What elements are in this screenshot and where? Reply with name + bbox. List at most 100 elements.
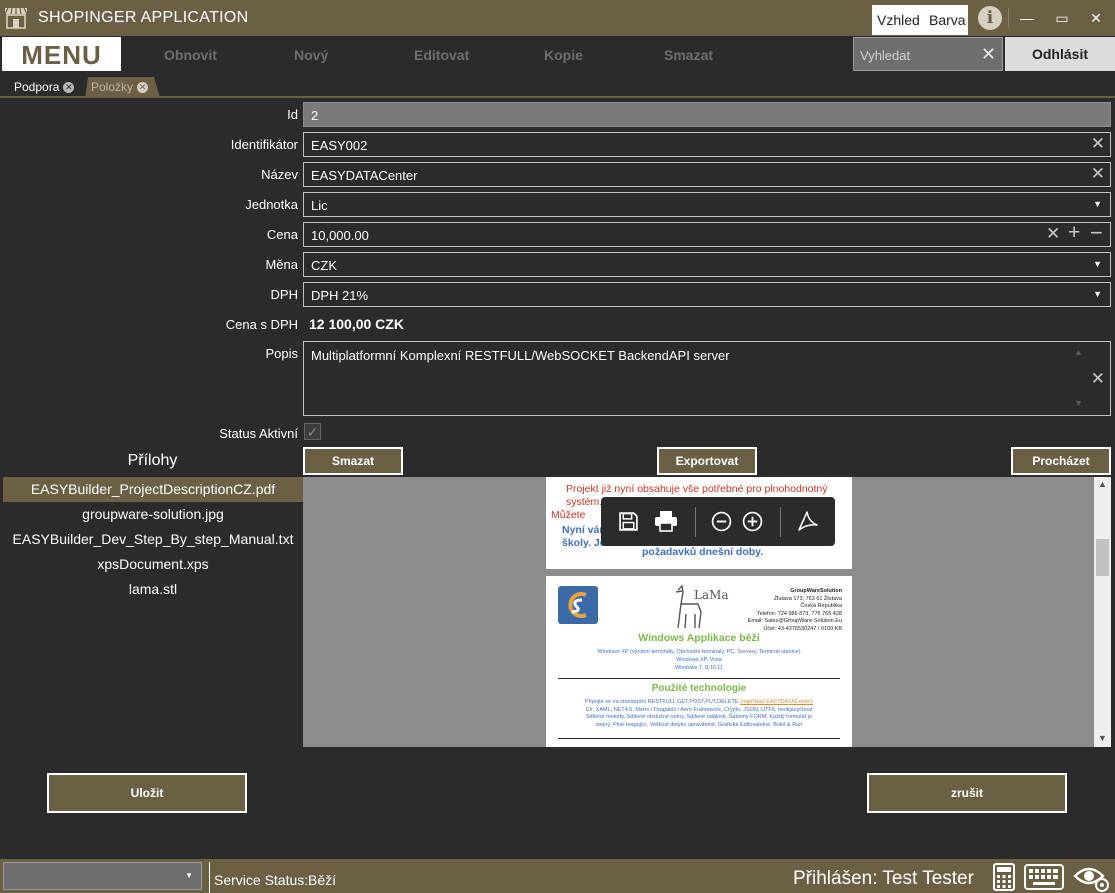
- scroll-up-icon[interactable]: ▲: [1074, 347, 1083, 357]
- search-clear-icon[interactable]: ✕: [981, 44, 996, 65]
- increment-icon[interactable]: +: [1068, 221, 1080, 245]
- status-checkbox[interactable]: ✓: [304, 423, 321, 440]
- page-divider: [558, 678, 840, 679]
- tab-label: Položky: [91, 80, 134, 94]
- zoom-out-icon[interactable]: [711, 511, 732, 532]
- search-box: ✕: [853, 37, 1003, 71]
- save-button[interactable]: Uložit: [47, 773, 247, 813]
- page-text: školy. Je: [562, 537, 606, 549]
- menu-button[interactable]: MENU: [2, 37, 121, 71]
- tab-close-icon[interactable]: ✕: [137, 82, 149, 94]
- scroll-down-icon[interactable]: ▼: [1074, 398, 1083, 408]
- page-text: systém.: [566, 496, 603, 508]
- id-value: 2: [311, 108, 319, 123]
- status-divider: [209, 862, 210, 893]
- delete-button[interactable]: Smazat: [664, 47, 713, 63]
- clear-icon[interactable]: ✕: [1091, 369, 1105, 389]
- acrobat-icon[interactable]: [796, 509, 820, 533]
- identifier-field[interactable]: EASY002 ✕: [303, 132, 1111, 157]
- maximize-button[interactable]: ▭: [1050, 6, 1074, 30]
- identifier-label: Identifikátor: [230, 137, 298, 152]
- vat-select[interactable]: DPH 21% ▼: [303, 282, 1111, 307]
- status-label: Status Aktivní: [219, 426, 298, 441]
- tab-polozky[interactable]: Položky ✕: [85, 77, 160, 98]
- chevron-down-icon: ▼: [185, 871, 193, 880]
- page-text: Sdílené metody, Sdílené obslužné rutiny,…: [585, 714, 813, 720]
- decrement-icon[interactable]: −: [1090, 220, 1103, 246]
- unit-value: Lic: [311, 198, 328, 213]
- edit-button[interactable]: Editovat: [414, 47, 469, 63]
- eye-settings-icon[interactable]: [1073, 864, 1111, 892]
- company-email: Email: Sales@GroupWare-Solution.Eu: [747, 618, 842, 624]
- browse-button[interactable]: Procházet: [1011, 447, 1111, 475]
- clear-icon[interactable]: ✕: [1091, 134, 1105, 154]
- preview-scrollbar[interactable]: ▲ ▼: [1094, 477, 1111, 747]
- appearance-panel: Vzhled Barva: [872, 5, 968, 35]
- export-button[interactable]: Exportovat: [657, 447, 757, 475]
- currency-select[interactable]: CZK ▼: [303, 252, 1111, 277]
- keyboard-icon[interactable]: [1024, 864, 1064, 890]
- toolbar-divider: [695, 507, 696, 537]
- tab-close-icon[interactable]: ✕: [63, 82, 75, 94]
- id-label: Id: [287, 107, 298, 122]
- cancel-button[interactable]: zrušit: [867, 773, 1067, 813]
- tab-podpora[interactable]: Podpora ✕: [8, 77, 82, 98]
- new-button[interactable]: Nový: [294, 47, 328, 63]
- attachment-item[interactable]: EASYBuilder_ProjectDescriptionCZ.pdf: [3, 477, 303, 502]
- close-window-button[interactable]: ✕: [1084, 6, 1108, 30]
- unit-select[interactable]: Lic ▼: [303, 192, 1111, 217]
- attachment-item[interactable]: lama.stl: [3, 577, 303, 602]
- id-field: 2: [303, 102, 1111, 127]
- status-select[interactable]: ▼: [3, 862, 202, 890]
- vat-value: DPH 21%: [311, 288, 369, 303]
- page-text: Windows XP (výrobní terminály, Obchodní …: [597, 649, 801, 655]
- tab-label: Podpora: [14, 80, 60, 94]
- zoom-in-icon[interactable]: [742, 511, 763, 532]
- info-icon[interactable]: i: [978, 6, 1002, 30]
- page-text: C#, XAML, NET4.5, Metro / Dragablz / Aer…: [585, 706, 813, 713]
- page-paragraph: Windows XP (výrobní terminály, Obchodní …: [546, 648, 852, 672]
- vat-label: DPH: [270, 287, 298, 302]
- page-text: Windows XP, Vista: [676, 657, 722, 663]
- attachment-item[interactable]: xpsDocument.xps: [3, 552, 303, 577]
- name-field[interactable]: EASYDATACenter ✕: [303, 162, 1111, 187]
- scroll-up-icon[interactable]: ▲: [1098, 479, 1107, 489]
- preview-page: LaMa GroupWareSolution Žlutava 173; 763 …: [546, 576, 852, 747]
- appearance-color-button[interactable]: Barva: [929, 12, 966, 28]
- calculator-icon[interactable]: [993, 863, 1015, 891]
- search-input[interactable]: [860, 46, 975, 64]
- chevron-down-icon: ▼: [1093, 199, 1102, 209]
- toolbar-divider: [780, 507, 781, 537]
- page-text: Windows 7, 8,10,11: [675, 665, 723, 671]
- clear-icon[interactable]: ✕: [1091, 164, 1105, 184]
- chevron-down-icon: ▼: [1093, 259, 1102, 269]
- tab-strip: [0, 76, 1115, 98]
- attachment-item[interactable]: EASYBuilder_Dev_Step_By_step_Manual.txt: [3, 527, 303, 552]
- shop-icon: [4, 7, 28, 29]
- identifier-value: EASY002: [311, 138, 368, 153]
- scroll-down-icon[interactable]: ▼: [1098, 733, 1107, 743]
- refresh-button[interactable]: Obnovit: [164, 47, 217, 63]
- chevron-down-icon: ▼: [1093, 289, 1102, 299]
- copy-button[interactable]: Kopie: [544, 47, 583, 63]
- pdf-toolbar: [601, 497, 835, 546]
- minimize-button[interactable]: —: [1015, 6, 1039, 30]
- description-label: Popis: [265, 346, 298, 361]
- delete-attachment-button[interactable]: Smazat: [303, 447, 403, 475]
- page-text: Připojte se na standardní RESTFULL GET,P…: [546, 699, 852, 707]
- description-textarea[interactable]: Multiplatformní Komplexní RESTFULL/WebSO…: [303, 341, 1111, 416]
- page-link: (například EASYDATACenter): [740, 699, 813, 705]
- name-value: EASYDATACenter: [311, 168, 418, 183]
- clear-icon[interactable]: ✕: [1046, 224, 1060, 244]
- attachment-item[interactable]: groupware-solution.jpg: [3, 502, 303, 527]
- app-title: SHOPINGER APPLICATION: [38, 9, 249, 26]
- save-icon[interactable]: [618, 511, 639, 532]
- logout-button[interactable]: Odhlásit: [1005, 37, 1115, 71]
- company-country: Česká Republika: [800, 603, 842, 609]
- print-icon[interactable]: [654, 510, 678, 532]
- company-phone: Telefon: 724 986 873, 776 765 428: [756, 610, 842, 617]
- scroll-thumb[interactable]: [1096, 539, 1109, 576]
- name-label: Název: [261, 167, 298, 182]
- appearance-style-button[interactable]: Vzhled: [877, 12, 920, 28]
- price-field[interactable]: 10,000.00 ✕ + −: [303, 220, 1111, 247]
